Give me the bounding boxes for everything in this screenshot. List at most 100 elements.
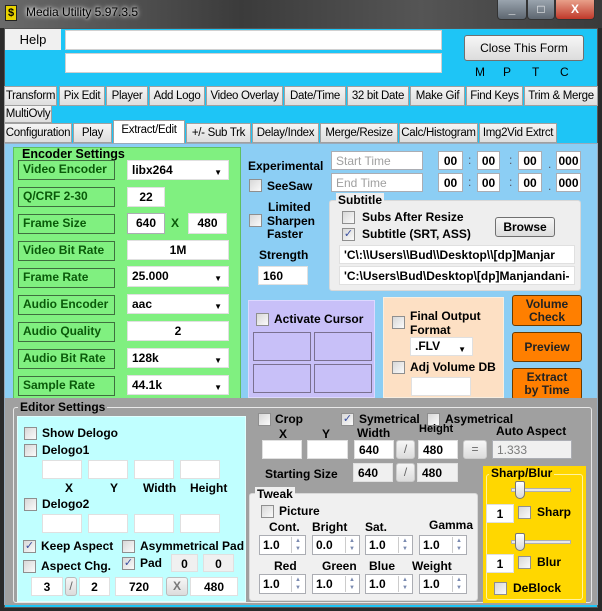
- crop-y-input[interactable]: [307, 440, 348, 459]
- tab-find-keys[interactable]: Find Keys: [466, 86, 523, 106]
- tab-trim-merge[interactable]: Trim & Merge: [524, 86, 598, 106]
- deblock-checkbox[interactable]: [494, 582, 507, 595]
- browse-button[interactable]: Browse: [495, 217, 555, 237]
- sharp-checkbox[interactable]: [518, 506, 531, 519]
- bright-spinner[interactable]: 0.0 ▲ ▼: [312, 535, 360, 555]
- qcrf-input[interactable]: 22: [127, 187, 165, 207]
- delogo2-height[interactable]: [180, 514, 220, 533]
- cursor-box-1[interactable]: [253, 332, 311, 361]
- sat-spinner[interactable]: 1.0 ▲ ▼: [365, 535, 413, 555]
- start-seconds[interactable]: 00: [518, 151, 542, 170]
- subs-after-resize-checkbox[interactable]: [342, 211, 355, 224]
- tab-configuration[interactable]: Configuration: [4, 123, 72, 143]
- tab-merge-resize[interactable]: Merge/Resize: [320, 123, 398, 143]
- sample-rate-select[interactable]: 44.1k ▼: [127, 375, 229, 395]
- start-hours[interactable]: 00: [438, 151, 463, 170]
- symetrical-checkbox[interactable]: ✓: [341, 413, 354, 426]
- minimize-button[interactable]: _: [497, 0, 527, 20]
- help-menu[interactable]: Help: [5, 29, 61, 50]
- tab-multiovly[interactable]: MultiOvly: [4, 105, 52, 123]
- end-hours[interactable]: 00: [438, 173, 463, 192]
- blue-spinner[interactable]: 1.0 ▲ ▼: [365, 574, 413, 594]
- sharp-value-input[interactable]: 1: [486, 504, 514, 523]
- compute-aspect-button[interactable]: =: [463, 440, 487, 459]
- tab-delay-index[interactable]: Delay/Index: [252, 123, 319, 143]
- spinner-arrows-icon[interactable]: ▲ ▼: [398, 537, 411, 553]
- adj-volume-checkbox[interactable]: [392, 361, 405, 374]
- tab-transform[interactable]: Transform: [4, 86, 57, 106]
- blur-slider-thumb[interactable]: [515, 533, 525, 551]
- frame-height-input[interactable]: 480: [188, 213, 227, 234]
- adj-volume-input[interactable]: [411, 377, 471, 396]
- aspect-num-input[interactable]: 3: [31, 577, 63, 596]
- crop-x-input[interactable]: [262, 440, 302, 459]
- status-input-2[interactable]: [65, 53, 442, 73]
- tab-player[interactable]: Player: [106, 86, 148, 106]
- video-bitrate-input[interactable]: 1M: [127, 240, 229, 260]
- audio-quality-input[interactable]: 2: [127, 321, 229, 341]
- output-height-input[interactable]: 480: [190, 577, 238, 596]
- blur-checkbox[interactable]: [518, 556, 531, 569]
- extract-by-time-button[interactable]: Extract by Time: [512, 368, 582, 400]
- tab-calc-histogram[interactable]: Calc/Histogram: [399, 123, 478, 143]
- delogo2-width[interactable]: [134, 514, 174, 533]
- video-encoder-select[interactable]: libx264 ▼: [127, 160, 229, 180]
- end-minutes[interactable]: 00: [477, 173, 500, 192]
- end-time-input[interactable]: End Time: [331, 173, 423, 192]
- weight-spinner[interactable]: 1.0 ▲ ▼: [419, 574, 467, 594]
- delogo1-height[interactable]: [180, 460, 220, 479]
- spinner-arrows-icon[interactable]: ▲ ▼: [291, 576, 304, 592]
- sharp-slider-thumb[interactable]: [515, 481, 525, 499]
- spinner-arrows-icon[interactable]: ▲ ▼: [291, 537, 304, 553]
- output-width-input[interactable]: 720: [115, 577, 163, 596]
- spinner-arrows-icon[interactable]: ▲ ▼: [452, 576, 465, 592]
- pad-b-input[interactable]: 0: [203, 554, 234, 572]
- subtitle-path-escaped[interactable]: 'C\:\\Users\\Bud\\Desktop\\[dp]Manjar: [339, 245, 575, 264]
- crop-checkbox[interactable]: [258, 413, 271, 426]
- delogo1-width[interactable]: [134, 460, 174, 479]
- preview-button[interactable]: Preview: [512, 332, 582, 362]
- frame-rate-select[interactable]: 25.000 ▼: [127, 266, 229, 287]
- close-window-button[interactable]: X: [555, 0, 595, 20]
- start-ms[interactable]: 000: [556, 151, 581, 170]
- blur-value-input[interactable]: 1: [486, 554, 514, 573]
- cursor-box-3[interactable]: [253, 364, 311, 393]
- green-spinner[interactable]: 1.0 ▲ ▼: [312, 574, 360, 594]
- tab-extract-edit[interactable]: Extract/Edit: [113, 120, 185, 143]
- limited-sharpen-checkbox[interactable]: [249, 214, 262, 227]
- delogo1-y[interactable]: [88, 460, 128, 479]
- spinner-arrows-icon[interactable]: ▲ ▼: [345, 537, 358, 553]
- tab-pix-edit[interactable]: Pix Edit: [59, 86, 105, 106]
- end-seconds[interactable]: 00: [518, 173, 542, 192]
- maximize-button[interactable]: □: [527, 0, 555, 20]
- show-delogo-checkbox[interactable]: [24, 427, 37, 440]
- delogo1-checkbox[interactable]: [24, 444, 37, 457]
- gamma-spinner[interactable]: 1.0 ▲ ▼: [419, 535, 467, 555]
- status-input-1[interactable]: [65, 30, 442, 50]
- cursor-box-4[interactable]: [314, 364, 372, 393]
- pad-checkbox[interactable]: ✓: [122, 557, 135, 570]
- strength-input[interactable]: 160: [258, 266, 308, 285]
- start-minutes[interactable]: 00: [477, 151, 500, 170]
- start-time-input[interactable]: Start Time: [331, 151, 423, 170]
- frame-width-input[interactable]: 640: [127, 213, 165, 234]
- delogo1-x[interactable]: [42, 460, 82, 479]
- tab-32bit-date[interactable]: 32 bit Date: [347, 86, 409, 106]
- tab-add-logo[interactable]: Add Logo: [149, 86, 205, 106]
- spinner-arrows-icon[interactable]: ▲ ▼: [345, 576, 358, 592]
- subtitle-path[interactable]: 'C:\Users\Bud\Desktop\[dp]Manjandani-: [339, 266, 575, 285]
- red-spinner[interactable]: 1.0 ▲ ▼: [259, 574, 306, 594]
- tab-play[interactable]: Play: [73, 123, 112, 143]
- delogo2-checkbox[interactable]: [24, 498, 37, 511]
- subtitle-checkbox[interactable]: ✓: [342, 228, 355, 241]
- delogo2-y[interactable]: [88, 514, 128, 533]
- crop-height-input[interactable]: 480: [418, 440, 458, 459]
- asym-pad-checkbox[interactable]: [122, 540, 135, 553]
- tab-sub-trk[interactable]: +/- Sub Trk: [186, 123, 251, 143]
- tab-date-time[interactable]: Date/Time: [284, 86, 346, 106]
- pad-a-input[interactable]: 0: [171, 554, 198, 572]
- keep-aspect-checkbox[interactable]: ✓: [23, 540, 36, 553]
- final-output-checkbox[interactable]: [392, 316, 405, 329]
- delogo2-x[interactable]: [42, 514, 82, 533]
- tab-img2vid[interactable]: Img2Vid Extrct: [479, 123, 557, 143]
